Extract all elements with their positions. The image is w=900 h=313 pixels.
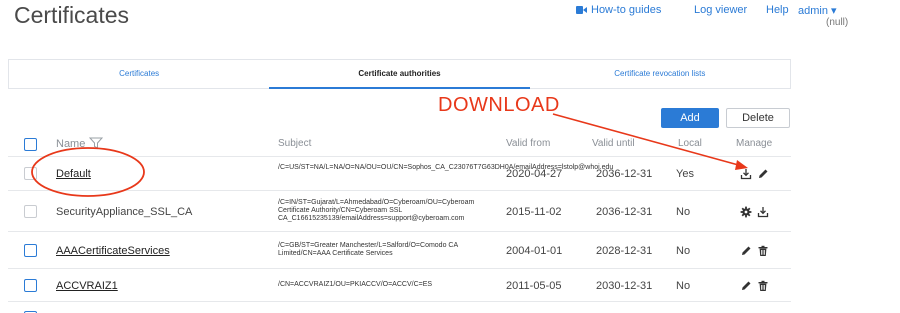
certificate-name-link[interactable]: AAACertificateServices xyxy=(56,245,170,257)
certificate-subject: /CN=ACCVRAIZ1/OU=PKIACCV/O=ACCV/C=ES xyxy=(278,281,433,288)
download-icon[interactable] xyxy=(757,206,769,218)
local-value: No xyxy=(676,206,691,218)
log-viewer-link[interactable]: Log viewer xyxy=(694,4,747,16)
valid-until-value: 2028-12-31 xyxy=(596,245,653,257)
certificate-subject: /C=GB/ST=Greater Manchester/L=Salford/O=… xyxy=(278,242,458,257)
how-to-guides-link[interactable]: How-to guides xyxy=(576,4,661,16)
trash-icon[interactable] xyxy=(757,280,769,292)
local-column-header: Local xyxy=(678,138,702,149)
row-checkbox[interactable] xyxy=(24,279,37,292)
delete-button[interactable]: Delete xyxy=(726,108,790,128)
certificate-name-link[interactable]: Default xyxy=(56,168,91,180)
gear-icon[interactable] xyxy=(740,206,752,218)
valid-until-value: 2036-12-31 xyxy=(596,168,653,180)
add-button[interactable]: Add xyxy=(661,108,719,128)
admin-subtitle: (null) xyxy=(826,17,849,28)
valid-until-column-header: Valid until xyxy=(592,138,635,149)
trash-icon[interactable] xyxy=(757,245,769,257)
how-to-guides-label: How-to guides xyxy=(591,4,662,16)
certificate-name: SecurityAppliance_SSL_CA xyxy=(56,206,193,218)
tab-certificate-revocation-lists[interactable]: Certificate revocation lists xyxy=(530,60,790,88)
certificate-subject: /C=US/ST=NA/L=NA/O=NA/OU=OU/CN=Sophos_CA… xyxy=(278,164,614,171)
manage-column-header: Manage xyxy=(736,138,773,149)
valid-from-value: 2020-04-27 xyxy=(506,168,563,180)
table-row: AAACertificateServices /C=GB/ST=Greater … xyxy=(8,231,791,268)
local-value: Yes xyxy=(676,168,694,180)
tab-certificates[interactable]: Certificates xyxy=(9,60,269,88)
table-row: SecurityAppliance_SSL_CA /C=IN/ST=Gujara… xyxy=(8,190,791,231)
local-value: No xyxy=(676,245,691,257)
edit-pencil-icon[interactable] xyxy=(740,280,752,292)
page-title: Certificates xyxy=(14,2,130,28)
valid-until-value: 2030-12-31 xyxy=(596,280,653,292)
valid-from-value: 2015-11-02 xyxy=(506,206,562,218)
row-checkbox[interactable] xyxy=(24,244,37,257)
filter-icon[interactable] xyxy=(89,137,104,149)
help-link[interactable]: Help xyxy=(766,4,789,16)
tab-certificate-authorities[interactable]: Certificate authorities xyxy=(269,60,530,89)
certificate-name-link[interactable]: ACCVRAIZ1 xyxy=(56,280,118,292)
download-icon[interactable] xyxy=(740,168,752,180)
manage-actions xyxy=(740,280,769,292)
table-row: Default /C=US/ST=NA/L=NA/O=NA/OU=OU/CN=S… xyxy=(8,156,791,190)
row-checkbox xyxy=(24,167,37,180)
edit-pencil-icon[interactable] xyxy=(757,168,769,180)
certificate-subject: /C=IN/ST=Gujarat/L=Ahmedabad/O=Cyberoam/… xyxy=(278,199,475,222)
table-header: Name Subject Valid from Valid until Loca… xyxy=(0,131,900,157)
manage-actions xyxy=(740,245,769,257)
manage-actions xyxy=(740,168,769,180)
valid-until-value: 2036-12-31 xyxy=(596,206,653,218)
download-annotation-label: DOWNLOAD xyxy=(438,94,560,116)
valid-from-value: 2004-01-01 xyxy=(506,245,563,257)
local-value: No xyxy=(676,280,691,292)
video-camera-icon xyxy=(576,6,587,14)
name-column-header[interactable]: Name xyxy=(56,137,104,150)
select-all-checkbox[interactable] xyxy=(24,138,37,151)
top-navigation: How-to guides Log viewer Help admin ▾ (n… xyxy=(480,4,900,34)
certificate-tabs: Certificates Certificate authorities Cer… xyxy=(8,59,791,89)
manage-actions xyxy=(740,206,769,218)
valid-from-value: 2011-05-05 xyxy=(506,280,562,292)
admin-menu[interactable]: admin ▾ xyxy=(798,4,837,17)
subject-column-header: Subject xyxy=(278,138,312,149)
name-header-label: Name xyxy=(56,138,86,150)
valid-from-column-header: Valid from xyxy=(506,138,551,149)
row-checkbox xyxy=(24,205,37,218)
edit-pencil-icon[interactable] xyxy=(740,245,752,257)
table-row-partial xyxy=(8,301,791,313)
table-row: ACCVRAIZ1 /CN=ACCVRAIZ1/OU=PKIACCV/O=ACC… xyxy=(8,268,791,301)
